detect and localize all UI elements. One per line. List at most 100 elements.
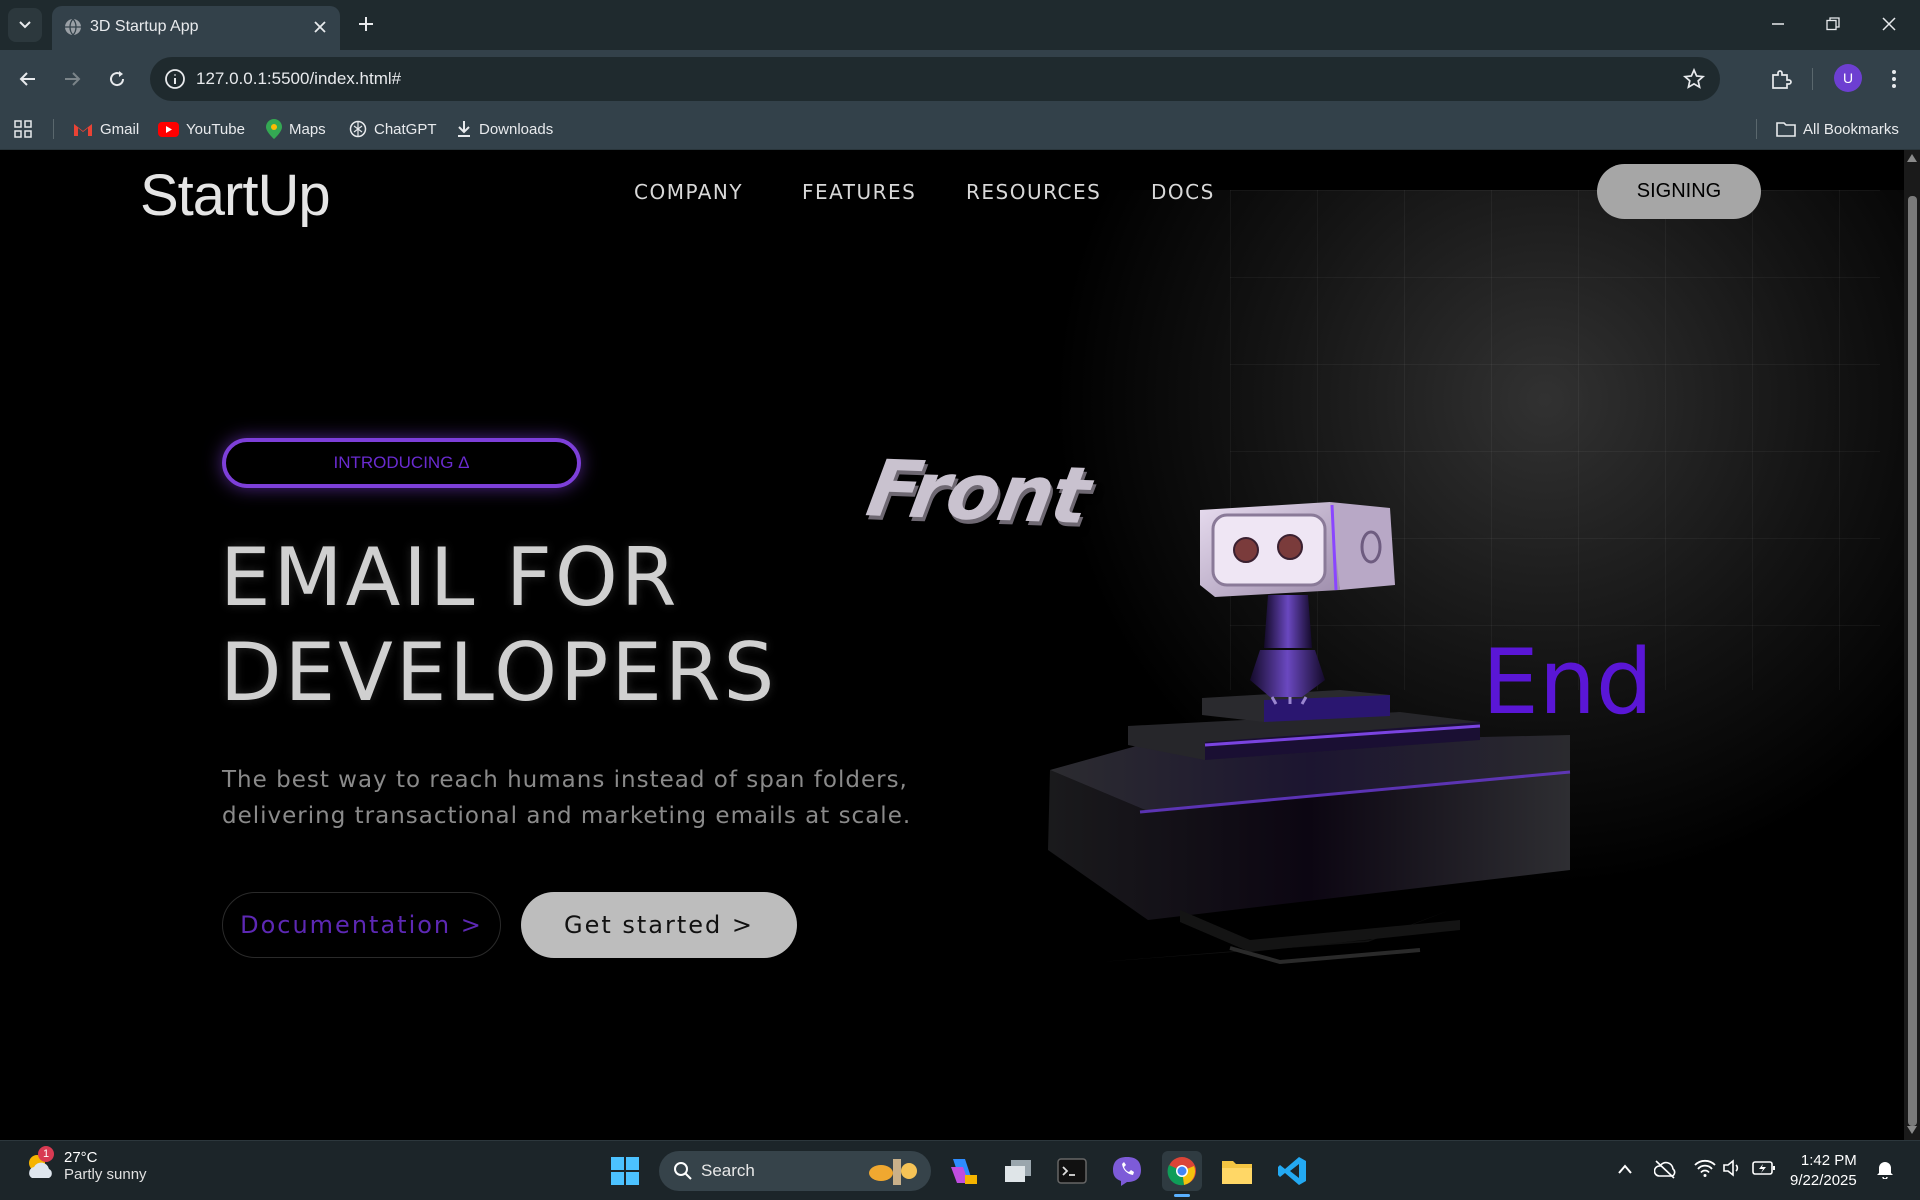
taskbar-vscode[interactable] <box>1272 1151 1312 1191</box>
clock[interactable]: 1:42 PM 9/22/2025 <box>1790 1151 1857 1191</box>
chevron-down-icon <box>19 21 31 29</box>
site-logo[interactable]: StartUp <box>140 162 331 229</box>
taskbar-viber[interactable] <box>1107 1151 1147 1191</box>
volume-icon[interactable] <box>1722 1159 1742 1177</box>
reload-icon <box>110 71 125 87</box>
back-button[interactable] <box>14 65 42 93</box>
profile-avatar[interactable]: U <box>1834 64 1862 92</box>
bookmark-label: Gmail <box>100 120 140 138</box>
cloud-off-icon[interactable] <box>1654 1159 1676 1179</box>
documentation-button[interactable]: Documentation > <box>222 892 501 958</box>
close-window-button[interactable] <box>1877 12 1901 36</box>
robot-3d-illustration <box>1042 502 1571 965</box>
taskbar-task-view[interactable] <box>998 1151 1038 1191</box>
weather-temp: 27°C <box>64 1149 98 1166</box>
puzzle-icon <box>1772 70 1792 89</box>
bookmark-maps[interactable]: Maps <box>266 116 326 142</box>
taskbar-copilot[interactable] <box>943 1151 983 1191</box>
nav-company[interactable]: COMPANY <box>634 180 743 204</box>
page-scrollbar[interactable] <box>1904 150 1920 1140</box>
bookmark-separator <box>1756 119 1757 139</box>
taskbar-file-explorer[interactable] <box>1217 1151 1257 1191</box>
minimize-icon <box>1772 23 1784 25</box>
close-icon <box>314 21 326 33</box>
nav-resources[interactable]: RESOURCES <box>966 180 1101 204</box>
nav-features[interactable]: FEATURES <box>802 180 916 204</box>
forward-button[interactable] <box>58 65 86 93</box>
scroll-down-icon[interactable] <box>1907 1126 1917 1134</box>
taskbar-chrome[interactable] <box>1162 1151 1202 1197</box>
reload-button[interactable] <box>103 65 131 93</box>
bookmark-label: ChatGPT <box>374 120 437 138</box>
youtube-icon <box>158 121 179 137</box>
tab-title: 3D Startup App <box>90 18 199 35</box>
subtitle-line-1: The best way to reach humans instead of … <box>222 767 908 793</box>
taskbar-search[interactable]: Search <box>659 1151 931 1191</box>
chevron-up-icon[interactable] <box>1617 1163 1633 1175</box>
search-icon <box>674 1162 692 1180</box>
maps-icon <box>266 119 282 139</box>
hero-headline: EMAIL FOR DEVELOPERS <box>220 530 777 720</box>
signing-button[interactable]: SIGNING <box>1597 164 1761 219</box>
new-tab-button[interactable] <box>354 12 378 36</box>
get-started-button[interactable]: Get started > <box>521 892 797 958</box>
bookmark-gmail[interactable]: Gmail <box>73 116 139 142</box>
bookmark-youtube[interactable]: YouTube <box>158 116 245 142</box>
chrome-icon <box>1167 1157 1196 1186</box>
bookmark-label: YouTube <box>186 120 245 138</box>
bookmark-chatgpt[interactable]: ChatGPT <box>349 116 437 142</box>
all-bookmarks-label: All Bookmarks <box>1803 120 1899 138</box>
tab-search-button[interactable] <box>8 8 42 42</box>
restore-button[interactable] <box>1821 12 1845 36</box>
wifi-icon[interactable] <box>1694 1159 1716 1177</box>
browser-toolbar: 127.0.0.1:5500/index.html# <box>0 50 1920 108</box>
minimize-button[interactable] <box>1766 12 1790 36</box>
active-indicator <box>1174 1194 1190 1197</box>
bookmark-label: Downloads <box>479 120 554 138</box>
apps-button[interactable] <box>14 116 32 142</box>
address-bar[interactable]: 127.0.0.1:5500/index.html# <box>150 57 1720 101</box>
start-button[interactable] <box>605 1151 645 1191</box>
all-bookmarks-button[interactable]: All Bookmarks <box>1776 116 1899 142</box>
arrow-right-icon <box>65 72 81 86</box>
chatgpt-icon <box>349 120 367 138</box>
hero-subtitle: The best way to reach humans instead of … <box>222 762 922 834</box>
windows-stack-icon <box>1005 1160 1031 1182</box>
battery-charging-icon[interactable] <box>1752 1160 1776 1176</box>
headline-line-1: EMAIL FOR <box>220 531 680 624</box>
clock-date: 9/22/2025 <box>1790 1172 1857 1189</box>
weather-desc: Partly sunny <box>64 1166 147 1183</box>
bookmark-downloads[interactable]: Downloads <box>456 116 553 142</box>
viber-icon <box>1113 1157 1141 1186</box>
terminal-icon <box>1057 1158 1087 1184</box>
plus-icon <box>359 17 373 31</box>
extensions-button[interactable] <box>1767 65 1795 93</box>
weather-icon-wrap: 1 <box>24 1146 56 1182</box>
taskbar-terminal[interactable] <box>1052 1151 1092 1191</box>
copilot-icon <box>951 1159 977 1184</box>
toolbar-divider <box>1812 68 1813 90</box>
notification-bell-icon[interactable] <box>1876 1159 1894 1179</box>
search-label: Search <box>701 1161 755 1180</box>
search-highlight-icon <box>869 1159 917 1185</box>
scroll-up-icon[interactable] <box>1907 154 1917 162</box>
weather-widget[interactable]: 1 27°C Partly sunny <box>24 1146 147 1183</box>
folder-icon <box>1776 122 1796 137</box>
tab-close-button[interactable] <box>310 17 330 37</box>
tab-active[interactable]: 3D Startup App <box>52 6 340 50</box>
globe-icon <box>65 18 81 36</box>
apps-grid-icon <box>14 120 32 138</box>
url-text[interactable]: 127.0.0.1:5500/index.html# <box>196 69 401 89</box>
nav-docs[interactable]: DOCS <box>1151 180 1215 204</box>
more-vertical-icon <box>1892 70 1896 88</box>
bookmark-separator <box>53 119 54 139</box>
browser-menu-button[interactable] <box>1880 65 1908 93</box>
scroll-thumb[interactable] <box>1908 196 1917 1126</box>
site-info-icon[interactable] <box>164 68 186 90</box>
download-icon <box>458 121 470 137</box>
vscode-icon <box>1278 1157 1306 1185</box>
star-icon[interactable] <box>1682 67 1706 91</box>
headline-line-2: DEVELOPERS <box>220 626 778 719</box>
web-page: StartUp COMPANY FEATURES RESOURCES DOCS … <box>0 150 1904 1140</box>
windows-taskbar: 1 27°C Partly sunny Search 1:42 PM 9/22/… <box>0 1140 1920 1200</box>
